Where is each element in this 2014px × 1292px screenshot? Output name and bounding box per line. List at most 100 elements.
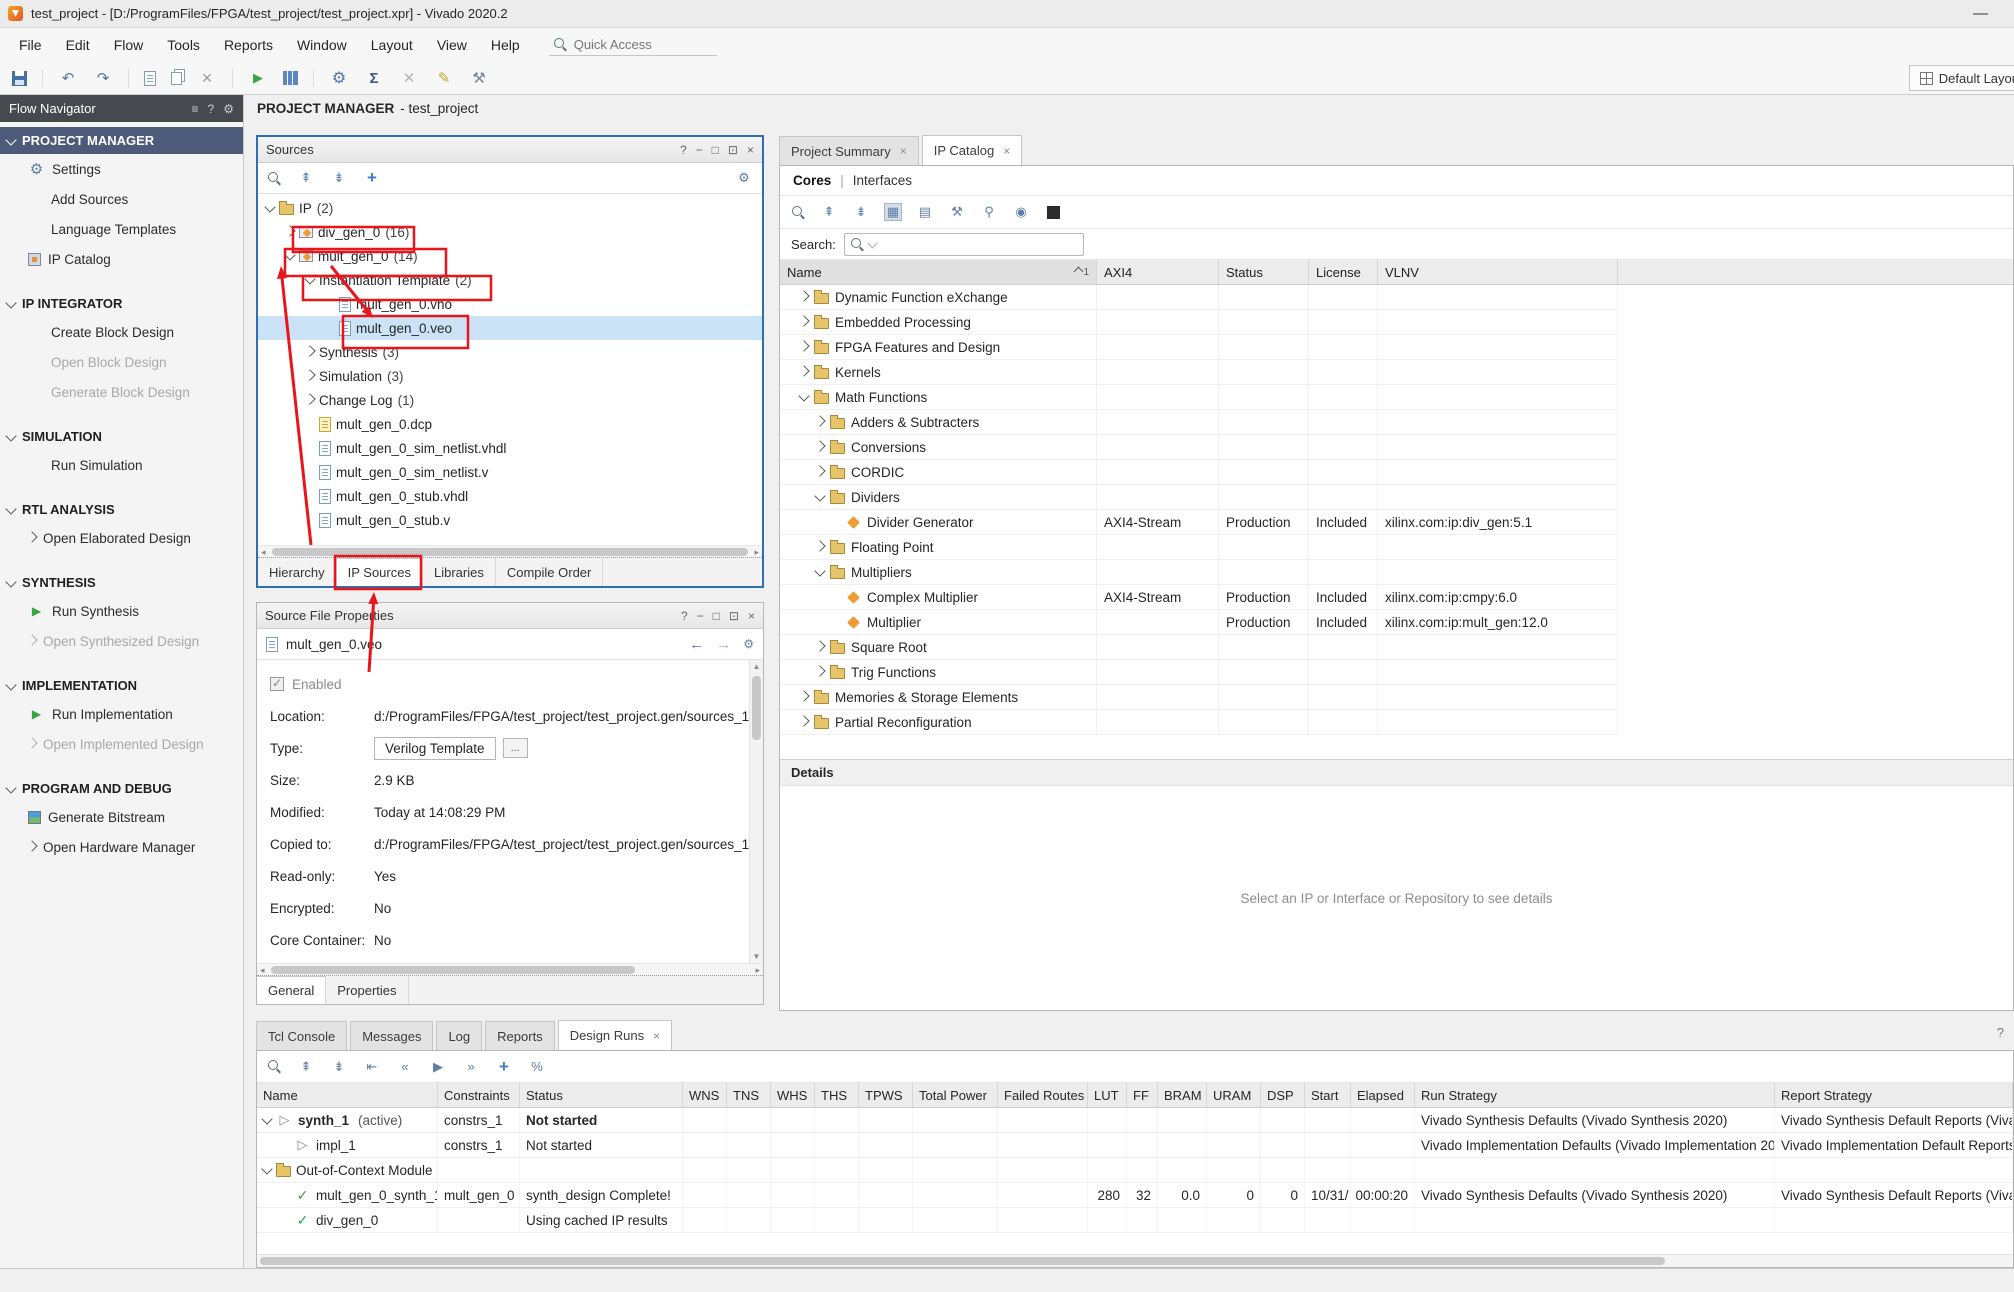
runs-column-name[interactable]: Name bbox=[257, 1083, 438, 1107]
chevron-right-icon[interactable] bbox=[814, 640, 825, 651]
chevron-right-icon[interactable] bbox=[798, 290, 809, 301]
flow-section-program-and-debug[interactable]: PROGRAM AND DEBUG bbox=[0, 775, 243, 802]
flow-item-settings[interactable]: Settings bbox=[0, 154, 243, 184]
chevron-right-icon[interactable] bbox=[1074, 266, 1084, 276]
properties-tab-properties[interactable]: Properties bbox=[326, 976, 408, 1004]
web-icon[interactable]: ◉ bbox=[1012, 203, 1030, 221]
chevron-down-icon[interactable] bbox=[5, 576, 16, 587]
catalog-column-license[interactable]: License bbox=[1309, 260, 1378, 284]
close-icon[interactable] bbox=[900, 144, 907, 158]
layout-selector-button[interactable]: Default Layou bbox=[1909, 65, 2014, 91]
add-sources-icon[interactable]: + bbox=[363, 169, 381, 187]
chevron-right-icon[interactable] bbox=[284, 225, 295, 236]
chevron-right-icon[interactable] bbox=[798, 365, 809, 376]
scroll-down-icon[interactable]: ▼ bbox=[750, 952, 763, 961]
runs-column-ths[interactable]: THS bbox=[815, 1083, 859, 1107]
menu-layout[interactable]: Layout bbox=[360, 31, 424, 59]
chevron-down-icon[interactable] bbox=[5, 679, 16, 690]
catalog-item-multiplier[interactable]: MultiplierProductionIncludedxilinx.com:i… bbox=[780, 610, 1618, 635]
step-forward-icon[interactable]: » bbox=[462, 1058, 480, 1076]
menu-flow[interactable]: Flow bbox=[103, 31, 155, 59]
close-icon[interactable] bbox=[653, 1029, 660, 1043]
runs-column-failed-routes[interactable]: Failed Routes bbox=[998, 1083, 1088, 1107]
close-icon[interactable]: × bbox=[748, 609, 755, 623]
catalog-item-kernels[interactable]: Kernels bbox=[780, 360, 1618, 385]
runs-column-bram[interactable]: BRAM bbox=[1158, 1083, 1207, 1107]
expand-all-icon[interactable]: ⇟ bbox=[330, 1058, 348, 1076]
chevron-down-icon[interactable] bbox=[798, 390, 809, 401]
tab-ip-catalog[interactable]: IP Catalog bbox=[922, 135, 1022, 165]
scrollbar-thumb[interactable] bbox=[272, 548, 748, 556]
flow-item-add-sources[interactable]: Add Sources bbox=[0, 184, 243, 214]
float-icon[interactable]: □ bbox=[712, 143, 719, 157]
catalog-item-memories-storage-elements[interactable]: Memories & Storage Elements bbox=[780, 685, 1618, 710]
catalog-item-square-root[interactable]: Square Root bbox=[780, 635, 1618, 660]
catalog-column-vlnv[interactable]: VLNV bbox=[1378, 260, 1618, 284]
flow-section-rtl-analysis[interactable]: RTL ANALYSIS bbox=[0, 496, 243, 523]
collapse-all-icon[interactable]: ⇞ bbox=[297, 1058, 315, 1076]
tab-design-runs[interactable]: Design Runs bbox=[558, 1020, 672, 1050]
flow-section-project-manager[interactable]: PROJECT MANAGER bbox=[0, 127, 243, 154]
report-icon[interactable] bbox=[144, 71, 156, 86]
chevron-down-icon[interactable] bbox=[814, 490, 825, 501]
source-item-mult-gen-0[interactable]: mult_gen_0(14) bbox=[258, 244, 762, 268]
scroll-left-icon[interactable]: ◂ bbox=[260, 964, 265, 976]
runs-column-elapsed[interactable]: Elapsed bbox=[1351, 1083, 1415, 1107]
minimize-button[interactable]: — bbox=[1955, 5, 2006, 22]
sources-tab-compile-order[interactable]: Compile Order bbox=[496, 558, 604, 586]
source-item-simulation[interactable]: Simulation(3) bbox=[258, 364, 762, 388]
copy-icon[interactable] bbox=[171, 72, 182, 85]
chevron-right-icon[interactable] bbox=[26, 840, 37, 851]
catalog-item-floating-point[interactable]: Floating Point bbox=[780, 535, 1618, 560]
settings-gear-icon[interactable]: ⚙ bbox=[223, 102, 234, 116]
chevron-down-icon[interactable] bbox=[261, 1163, 272, 1174]
settings-icon[interactable] bbox=[329, 68, 349, 88]
search-icon[interactable] bbox=[791, 205, 806, 220]
percent-icon[interactable] bbox=[399, 68, 419, 88]
run-row-div-gen-0[interactable]: div_gen_0Using cached IP results bbox=[257, 1208, 2013, 1233]
catalog-item-trig-functions[interactable]: Trig Functions bbox=[780, 660, 1618, 685]
runs-column-ff[interactable]: FF bbox=[1127, 1083, 1158, 1107]
go-to-start-icon[interactable]: ⇤ bbox=[363, 1058, 381, 1076]
scrollbar-thumb[interactable] bbox=[260, 1257, 1665, 1265]
catalog-item-math-functions[interactable]: Math Functions bbox=[780, 385, 1618, 410]
flow-item-generate-block-design[interactable]: Generate Block Design bbox=[0, 377, 243, 407]
source-item-ip[interactable]: IP(2) bbox=[258, 196, 762, 220]
properties-hscrollbar[interactable]: ◂ ▸ bbox=[257, 963, 763, 975]
close-icon[interactable] bbox=[1003, 144, 1010, 158]
scrollbar-thumb[interactable] bbox=[271, 966, 635, 974]
chevron-right-icon[interactable] bbox=[798, 315, 809, 326]
runs-column-start[interactable]: Start bbox=[1305, 1083, 1351, 1107]
chevron-right-icon[interactable] bbox=[814, 415, 825, 426]
collapse-all-icon[interactable]: ⇞ bbox=[820, 203, 838, 221]
undo-icon[interactable] bbox=[58, 68, 78, 88]
chevron-down-icon[interactable] bbox=[284, 249, 295, 260]
tab-log[interactable]: Log bbox=[436, 1021, 482, 1050]
flow-section-implementation[interactable]: IMPLEMENTATION bbox=[0, 672, 243, 699]
source-item-mult-gen-0-dcp[interactable]: mult_gen_0.dcp bbox=[258, 412, 762, 436]
group-view-icon[interactable]: ▤ bbox=[916, 203, 934, 221]
chevron-right-icon[interactable] bbox=[26, 737, 37, 748]
tab-project-summary[interactable]: Project Summary bbox=[779, 136, 919, 165]
chevron-down-icon[interactable] bbox=[814, 565, 825, 576]
menu-view[interactable]: View bbox=[426, 31, 478, 59]
scroll-up-icon[interactable]: ▲ bbox=[750, 662, 763, 671]
source-item-mult-gen-0-stub-v[interactable]: mult_gen_0_stub.v bbox=[258, 508, 762, 532]
catalog-item-complex-multiplier[interactable]: Complex MultiplierAXI4-StreamProductionI… bbox=[780, 585, 1618, 610]
catalog-item-fpga-features-and-design[interactable]: FPGA Features and Design bbox=[780, 335, 1618, 360]
runs-column-wns[interactable]: WNS bbox=[683, 1083, 727, 1107]
source-item-mult-gen-0-vho[interactable]: mult_gen_0.vho bbox=[258, 292, 762, 316]
chevron-right-icon[interactable] bbox=[814, 540, 825, 551]
menu-tools[interactable]: Tools bbox=[156, 31, 211, 59]
source-item-change-log[interactable]: Change Log(1) bbox=[258, 388, 762, 412]
catalog-search-box[interactable] bbox=[844, 233, 1084, 256]
scroll-left-icon[interactable]: ◂ bbox=[261, 546, 266, 558]
catalog-column-status[interactable]: Status bbox=[1219, 260, 1309, 284]
quick-access-input[interactable] bbox=[574, 37, 684, 52]
run-row-synth-1[interactable]: synth_1(active)constrs_1Not startedVivad… bbox=[257, 1108, 2013, 1133]
sources-tab-hierarchy[interactable]: Hierarchy bbox=[258, 558, 337, 586]
run-row-out-of-context-module-runs[interactable]: Out-of-Context Module Runs bbox=[257, 1158, 2013, 1183]
runs-column-whs[interactable]: WHS bbox=[771, 1083, 815, 1107]
chevron-down-icon[interactable] bbox=[5, 503, 16, 514]
runs-column-tpws[interactable]: TPWS bbox=[859, 1083, 913, 1107]
